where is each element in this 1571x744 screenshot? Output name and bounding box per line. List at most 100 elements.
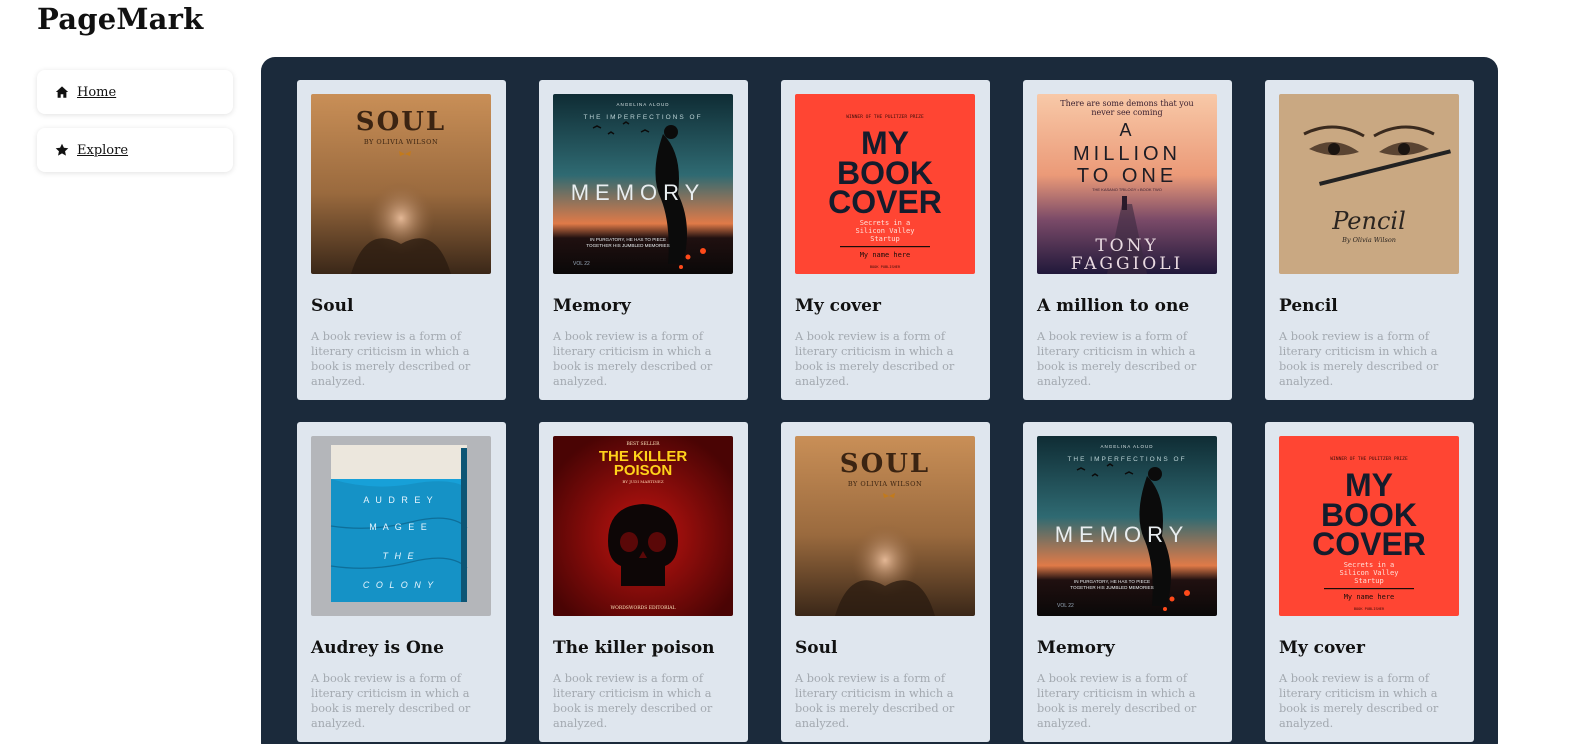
cover-text: BY JUDI MARTINEZ — [622, 479, 663, 484]
book-card[interactable]: A U D R E Y M A G E E T H E C O L O N Y … — [297, 422, 506, 742]
book-cover[interactable]: ANGELINA ALOUD THE IMPERFECTIONS OF MEMO… — [1037, 436, 1217, 616]
cover-text: Secrets in a — [1344, 561, 1395, 569]
cover-text: SOUL — [840, 449, 930, 479]
cover-text: COVER — [1312, 526, 1426, 562]
cover-text: There are some demons that you — [1060, 99, 1193, 108]
book-title: The killer poison — [553, 638, 715, 658]
book-cover[interactable]: BEST SELLER THE KILLER POISON BY JUDI MA… — [553, 436, 733, 616]
cover-text: BY OLIVIA WILSON — [364, 138, 438, 146]
cover-text: SOUL — [356, 107, 446, 137]
book-cover[interactable]: SOUL BY OLIVIA WILSON — [311, 94, 491, 274]
cover-text: never see coming — [1091, 108, 1162, 117]
book-cover[interactable]: SOUL BY OLIVIA WILSON — [795, 436, 975, 616]
cover-text: IN PURGATORY, HE HAS TO PIECE — [590, 237, 666, 242]
book-card[interactable]: WINNER OF THE PULITZER PRIZE MY BOOK COV… — [781, 80, 990, 400]
book-card[interactable]: BEST SELLER THE KILLER POISON BY JUDI MA… — [539, 422, 748, 742]
cover-text: My name here — [860, 251, 911, 259]
cover-text: Startup — [1354, 577, 1384, 585]
book-card[interactable]: WINNER OF THE PULITZER PRIZE MY BOOK COV… — [1265, 422, 1474, 742]
cover-text: BY OLIVIA WILSON — [848, 480, 922, 488]
book-description: A book review is a form of literary crit… — [311, 672, 471, 730]
cover-art: SOUL BY OLIVIA WILSON — [795, 436, 975, 616]
book-description: A book review is a form of literary crit… — [1037, 672, 1197, 730]
book-title: A million to one — [1037, 296, 1190, 316]
nav-home[interactable]: Home — [37, 70, 233, 114]
book-description: A book review is a form of literary crit… — [311, 330, 471, 388]
cover-text: My name here — [1344, 593, 1395, 601]
book-card[interactable]: ANGELINA ALOUD THE IMPERFECTIONS OF MEMO… — [539, 80, 748, 400]
cover-text: POISON — [614, 462, 672, 479]
book-description: A book review is a form of literary crit… — [795, 330, 955, 388]
cover-text: Silicon Valley — [1339, 569, 1398, 577]
book-title: Soul — [311, 296, 354, 316]
book-card[interactable]: There are some demons that you never see… — [1023, 80, 1232, 400]
book-description: A book review is a form of literary crit… — [795, 672, 955, 730]
cover-art: SOUL BY OLIVIA WILSON — [311, 94, 491, 274]
cover-text: A U D R E Y — [363, 495, 434, 505]
cover-text: WORDSWORDS EDITORIAL — [611, 605, 676, 611]
cover-text: Secrets in a — [860, 219, 911, 227]
star-icon — [55, 143, 69, 157]
cover-text: BOOK PUBLISHER — [1354, 607, 1385, 611]
book-cover[interactable]: ANGELINA ALOUD THE IMPERFECTIONS OF MEMO… — [553, 94, 733, 274]
cover-text: By Olivia Wilson — [1341, 236, 1396, 244]
book-title: Memory — [553, 296, 631, 316]
cover-text: MEMORY — [571, 180, 706, 205]
book-cover[interactable]: WINNER OF THE PULITZER PRIZE MY BOOK COV… — [795, 94, 975, 274]
book-card[interactable]: SOUL BY OLIVIA WILSON Soul A book review… — [781, 422, 990, 742]
cover-text: TOGETHER HIS JUMBLED MEMORIES — [1070, 585, 1153, 590]
cover-text: WINNER OF THE PULITZER PRIZE — [1330, 456, 1408, 462]
cover-text: C O L O N Y — [363, 580, 435, 590]
book-cover[interactable]: Pencil By Olivia Wilson — [1279, 94, 1459, 274]
book-description: A book review is a form of literary crit… — [553, 672, 713, 730]
cover-text: TONY — [1095, 236, 1158, 256]
cover-text: VOL 22 — [573, 261, 590, 267]
book-description: A book review is a form of literary crit… — [553, 330, 713, 388]
book-card[interactable]: Pencil By Olivia Wilson Pencil A book re… — [1265, 80, 1474, 400]
cover-text: COVER — [828, 184, 942, 220]
nav-home-label[interactable]: Home — [77, 85, 116, 100]
cover-text: IN PURGATORY, HE HAS TO PIECE — [1074, 579, 1150, 584]
cover-text: THE IMPERFECTIONS OF — [1067, 456, 1186, 463]
cover-text: TO ONE — [1077, 165, 1177, 187]
cover-text: THE IMPERFECTIONS OF — [583, 114, 702, 121]
book-cover[interactable]: There are some demons that you never see… — [1037, 94, 1217, 274]
cover-text: A — [1119, 120, 1134, 140]
cover-text: MILLION — [1073, 143, 1181, 165]
cover-text: MEMORY — [1055, 522, 1190, 547]
cover-art: ANGELINA ALOUD THE IMPERFECTIONS OF MEMO… — [553, 94, 733, 274]
nav-explore-label[interactable]: Explore — [77, 143, 128, 158]
cover-text: VOL 22 — [1057, 603, 1074, 609]
book-cover[interactable]: WINNER OF THE PULITZER PRIZE MY BOOK COV… — [1279, 436, 1459, 616]
book-title: Soul — [795, 638, 838, 658]
book-description: A book review is a form of literary crit… — [1279, 672, 1439, 730]
cover-text: TOGETHER HIS JUMBLED MEMORIES — [586, 243, 669, 248]
cover-art: A U D R E Y M A G E E T H E C O L O N Y — [311, 436, 491, 616]
book-description: A book review is a form of literary crit… — [1279, 330, 1439, 388]
cover-text: BEST SELLER — [626, 441, 660, 447]
book-card[interactable]: ANGELINA ALOUD THE IMPERFECTIONS OF MEMO… — [1023, 422, 1232, 742]
nav-explore[interactable]: Explore — [37, 128, 233, 172]
cover-text: T H E — [382, 551, 415, 561]
cover-art: WINNER OF THE PULITZER PRIZE MY BOOK COV… — [795, 94, 975, 274]
book-title: Audrey is One — [311, 638, 444, 658]
cover-art: There are some demons that you never see… — [1037, 94, 1217, 274]
cover-text: M A G E E — [369, 522, 429, 532]
book-title: My cover — [795, 296, 881, 316]
home-icon — [55, 85, 69, 99]
app-title: PageMark — [37, 2, 204, 36]
book-title: Memory — [1037, 638, 1115, 658]
book-cover[interactable]: A U D R E Y M A G E E T H E C O L O N Y — [311, 436, 491, 616]
cover-art: BEST SELLER THE KILLER POISON BY JUDI MA… — [553, 436, 733, 616]
cover-text: WINNER OF THE PULITZER PRIZE — [846, 114, 924, 120]
cover-art: Pencil By Olivia Wilson — [1279, 94, 1459, 274]
book-card[interactable]: SOUL BY OLIVIA WILSON Soul A book review… — [297, 80, 506, 400]
cover-text: ANGELINA ALOUD — [1100, 444, 1153, 449]
cover-text: BOOK PUBLISHER — [870, 265, 901, 269]
book-title: Pencil — [1279, 296, 1338, 316]
book-grid: SOUL BY OLIVIA WILSON Soul A book review… — [261, 57, 1498, 744]
cover-art: WINNER OF THE PULITZER PRIZE MY BOOK COV… — [1279, 436, 1459, 616]
cover-art: ANGELINA ALOUD THE IMPERFECTIONS OF MEMO… — [1037, 436, 1217, 616]
cover-text: Startup — [870, 235, 900, 243]
book-description: A book review is a form of literary crit… — [1037, 330, 1197, 388]
